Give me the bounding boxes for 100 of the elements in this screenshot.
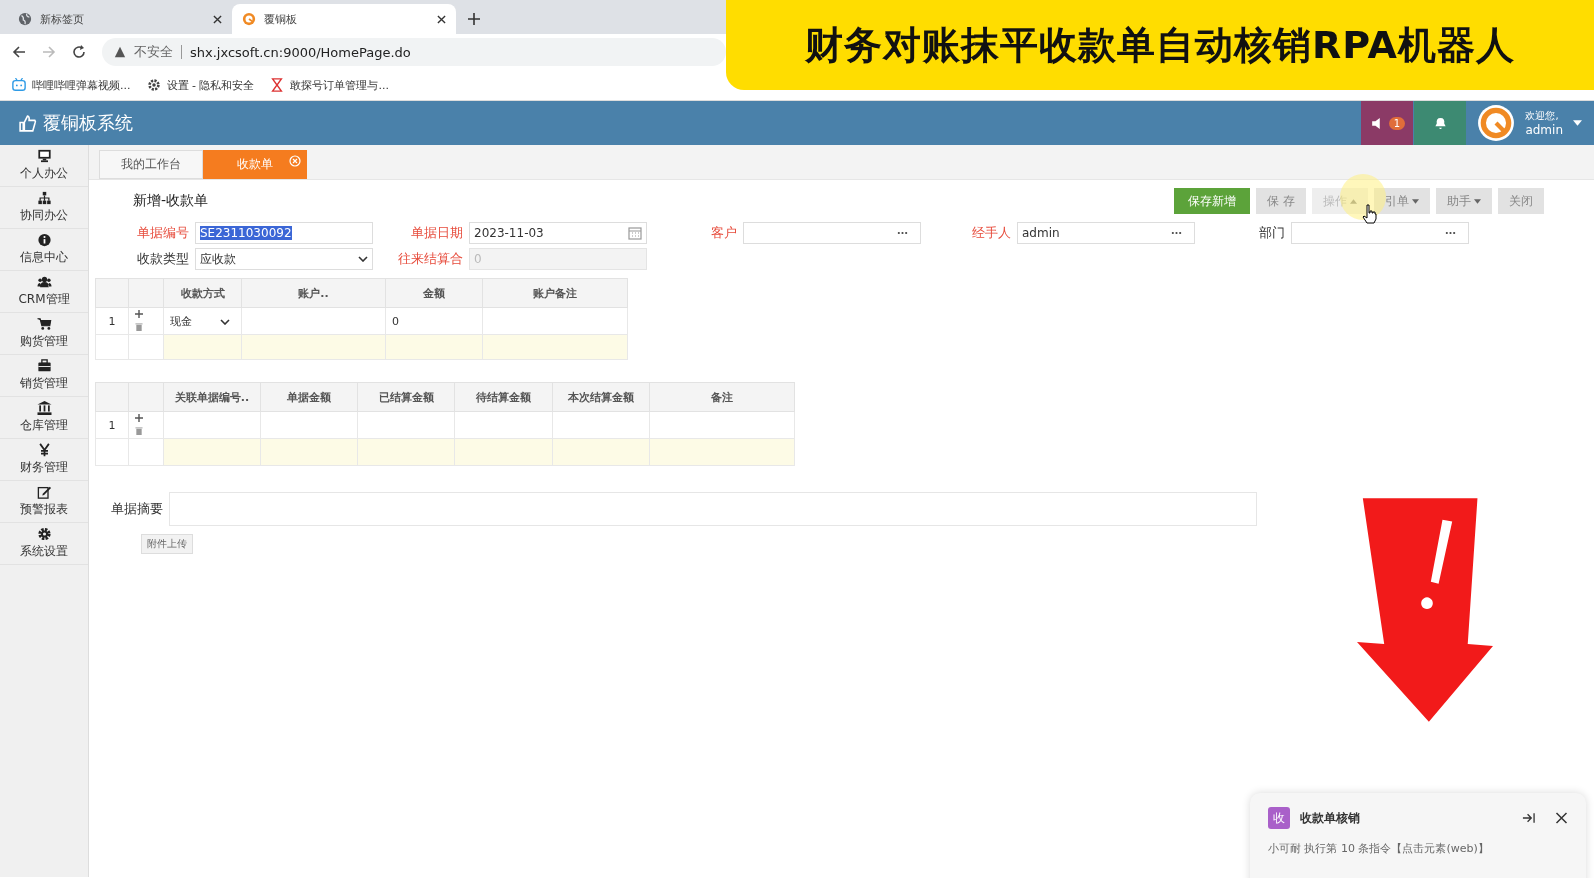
- collapse-icon[interactable]: [1522, 812, 1535, 824]
- add-icon[interactable]: [135, 310, 143, 318]
- caret-icon: [1412, 198, 1419, 204]
- caret-icon: [1474, 198, 1481, 204]
- column-header: 关联单据编号..: [163, 382, 261, 412]
- users-icon: [36, 275, 52, 289]
- column-header: 收款方式: [163, 278, 242, 308]
- row-number: 1: [95, 307, 129, 335]
- gear-icon: [36, 527, 52, 541]
- new-tab-icon[interactable]: [468, 13, 480, 25]
- sidebar-item[interactable]: 预警报表: [0, 481, 88, 523]
- trash-icon[interactable]: [135, 427, 143, 435]
- table-cell[interactable]: [357, 411, 455, 439]
- globe-icon: [18, 12, 32, 26]
- chevron-icon: [358, 256, 368, 262]
- text-field: 0: [469, 248, 647, 270]
- bookmark[interactable]: 敢探号订单管理与...: [270, 77, 389, 93]
- trash-icon[interactable]: [135, 323, 143, 331]
- hand-cursor-icon: [1362, 204, 1378, 224]
- close-icon[interactable]: [213, 14, 222, 24]
- summary-field[interactable]: [169, 492, 1257, 526]
- close-circle-icon[interactable]: [289, 155, 301, 167]
- app-badge: 收: [1268, 807, 1290, 829]
- lookup-field[interactable]: [743, 222, 921, 244]
- chevron-icon: [220, 318, 230, 325]
- banner-title: 财务对账抹平收款单自动核销RPA机器人: [804, 21, 1515, 69]
- sidebar-item[interactable]: CRM管理: [0, 271, 88, 313]
- yen-icon: [36, 443, 52, 457]
- warning-icon: [114, 46, 126, 58]
- table-cell[interactable]: [482, 307, 628, 335]
- bookmark[interactable]: 设置 - 隐私和安全: [146, 77, 255, 93]
- column-header: 账户备注: [482, 278, 628, 308]
- ellipsis-icon: [1171, 231, 1182, 235]
- close-icon[interactable]: [1555, 812, 1568, 824]
- hourglass-icon: [270, 78, 285, 92]
- sidebar-item[interactable]: 购货管理: [0, 313, 88, 355]
- text-field[interactable]: SE2311030092: [195, 222, 373, 244]
- notification-message: 小可耐 执行第 10 条指令【点击元素(web)】: [1268, 841, 1490, 856]
- calendar-icon: [628, 226, 642, 240]
- briefcase-icon: [36, 359, 52, 373]
- lookup-field[interactable]: [1291, 222, 1469, 244]
- field-label: 单据编号: [136, 224, 189, 242]
- notification-title: 收款单核销: [1300, 809, 1361, 827]
- greeting-text: 欢迎您,: [1525, 109, 1560, 123]
- warning-arrow-icon: [1357, 498, 1493, 722]
- info-icon: [36, 233, 52, 247]
- sidebar-item[interactable]: 销货管理: [0, 355, 88, 397]
- column-header: 账户..: [241, 278, 386, 308]
- column-header: 单据金额: [260, 382, 358, 412]
- table-cell[interactable]: [552, 411, 650, 439]
- app-title: 覆铜板系统: [43, 111, 133, 135]
- sidebar-item[interactable]: 系统设置: [0, 523, 88, 565]
- table-cell[interactable]: [454, 411, 553, 439]
- ellipsis-icon: [897, 231, 908, 235]
- field-label: 单据日期: [410, 224, 463, 242]
- lookup-field[interactable]: admin: [1017, 222, 1195, 244]
- reload-icon[interactable]: [72, 45, 86, 59]
- browser-tab[interactable]: 覆铜板: [232, 4, 456, 34]
- date-field[interactable]: 2023-11-03: [469, 222, 647, 244]
- column-header: 已结算金额: [357, 382, 455, 412]
- cart-icon: [36, 317, 52, 331]
- forward-icon[interactable]: [42, 45, 56, 59]
- bank-icon: [36, 401, 52, 415]
- form-title: 新增-收款单: [133, 192, 209, 210]
- tv-icon: [12, 78, 26, 92]
- add-icon[interactable]: [135, 414, 143, 422]
- user-menu[interactable]: 欢迎您, admin: [1467, 101, 1594, 145]
- table-cell[interactable]: 0: [385, 307, 483, 335]
- ellipsis-icon: [1445, 231, 1456, 235]
- notification-button[interactable]: [1414, 101, 1467, 145]
- edit-icon: [36, 485, 52, 499]
- table-cell[interactable]: [260, 411, 358, 439]
- page-tab[interactable]: 我的工作台: [99, 150, 203, 179]
- close-icon[interactable]: [437, 14, 446, 24]
- sidebar-item[interactable]: 仓库管理: [0, 397, 88, 439]
- field-label: 部门: [1258, 224, 1285, 242]
- monitor-icon: [36, 149, 52, 163]
- field-label: 往来结算合: [397, 250, 463, 268]
- sidebar-item[interactable]: 协同办公: [0, 187, 88, 229]
- security-label: 不安全: [134, 45, 182, 59]
- column-header: 备注: [649, 382, 795, 412]
- select-field[interactable]: 应收款: [195, 248, 373, 270]
- upload-button[interactable]: 附件上传: [141, 534, 193, 554]
- sidebar-item[interactable]: 个人办公: [0, 145, 88, 187]
- bell-icon: [1433, 116, 1447, 130]
- browser-tab[interactable]: 新标签页: [8, 4, 232, 34]
- sidebar-item[interactable]: 财务管理: [0, 439, 88, 481]
- caret-icon: [1573, 120, 1582, 126]
- table-cell[interactable]: [241, 307, 386, 335]
- table-cell[interactable]: [649, 411, 795, 439]
- back-icon[interactable]: [12, 45, 26, 59]
- select-field[interactable]: 现金: [163, 307, 242, 335]
- bookmark[interactable]: 哔哩哔哩弹幕视频...: [12, 77, 131, 93]
- avatar-icon: [1477, 104, 1516, 142]
- gear-icon: [146, 78, 161, 92]
- caret-icon: [1350, 198, 1357, 204]
- table-cell[interactable]: [163, 411, 261, 439]
- header-cell: [95, 278, 129, 308]
- address-bar[interactable]: 不安全 shx.jxcsoft.cn:9000/HomePage.do: [102, 38, 726, 66]
- sidebar-item[interactable]: 信息中心: [0, 229, 88, 271]
